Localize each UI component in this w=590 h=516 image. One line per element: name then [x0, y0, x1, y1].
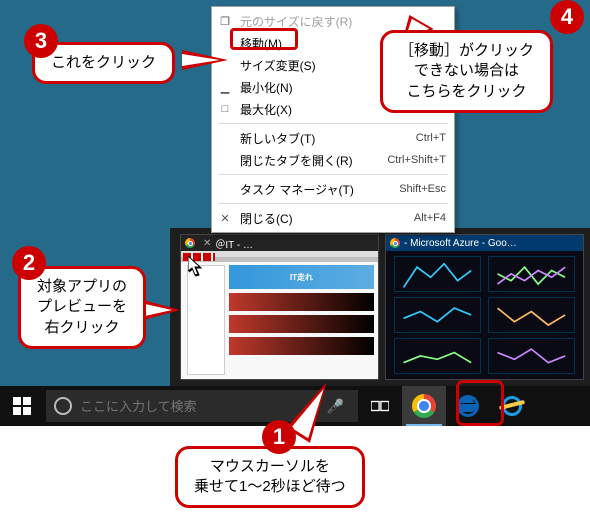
edge-icon	[457, 395, 479, 417]
menu-reopen-tab-key: Ctrl+Shift+T	[387, 154, 446, 166]
menu-separator	[218, 203, 448, 204]
start-button[interactable]	[0, 386, 44, 426]
callout-step-1: マウスカーソルを 乗せて1～2秒ほど待つ	[175, 446, 365, 509]
thumb-body: IT走れ	[181, 251, 378, 379]
menu-close[interactable]: ✕ 閉じる(C) Alt+F4	[212, 207, 454, 229]
taskbar-preview-thumbnails: ✕ ＠IT - … IT走れ - Microsoft Azure - Goo…	[170, 228, 590, 386]
menu-task-manager-key: Shift+Esc	[399, 183, 446, 195]
thumb-titlebar: ✕ ＠IT - …	[181, 235, 378, 251]
callout-step-2: 対象アプリの プレビューを 右クリック	[18, 266, 146, 349]
search-input[interactable]	[80, 399, 313, 414]
mouse-cursor-icon	[188, 256, 202, 276]
thumb-title: - Microsoft Azure - Goo…	[404, 238, 517, 249]
task-view-button[interactable]	[358, 386, 402, 426]
menu-separator	[218, 174, 448, 175]
callout-step-4: ［移動］がクリック できない場合は こちらをクリック	[380, 30, 553, 113]
thumb-titlebar: - Microsoft Azure - Goo…	[386, 235, 583, 251]
step-badge-1: 1	[262, 420, 296, 454]
taskbar-app-edge[interactable]	[446, 386, 490, 426]
cortana-icon	[54, 397, 72, 415]
step-badge-2: 2	[12, 246, 46, 280]
callout-text: ［移動］がクリック できない場合は こちらをクリック	[399, 42, 534, 100]
ie-icon	[501, 395, 523, 417]
restore-icon: ❐	[216, 15, 234, 28]
maximize-icon: □	[216, 103, 234, 115]
menu-task-manager-label: タスク マネージャ(T)	[240, 181, 393, 198]
callout-text: これをクリック	[51, 54, 156, 71]
menu-new-tab-key: Ctrl+T	[416, 132, 446, 144]
menu-separator	[218, 123, 448, 124]
callout-text: 対象アプリの プレビューを 右クリック	[37, 278, 127, 336]
menu-task-manager[interactable]: タスク マネージャ(T) Shift+Esc	[212, 178, 454, 200]
thumb-close-icon[interactable]: ✕	[203, 238, 211, 249]
menu-new-tab-label: 新しいタブ(T)	[240, 130, 410, 147]
menu-new-tab[interactable]: 新しいタブ(T) Ctrl+T	[212, 127, 454, 149]
minimize-icon: ▁	[216, 81, 234, 94]
taskbar-app-ie[interactable]	[490, 386, 534, 426]
taskbar-app-chrome[interactable]	[402, 386, 446, 426]
chrome-icon	[390, 238, 400, 248]
step-badge-3: 3	[24, 24, 58, 58]
ad-banner: IT走れ	[229, 265, 374, 289]
menu-close-key: Alt+F4	[414, 212, 446, 224]
step-badge-4: 4	[550, 0, 584, 34]
thumb-title: ＠IT - …	[215, 236, 253, 251]
chrome-icon	[412, 394, 436, 418]
thumb-body	[386, 251, 583, 379]
preview-thumb-1[interactable]: ✕ ＠IT - … IT走れ	[180, 234, 379, 380]
callout-tail	[182, 50, 228, 70]
preview-thumb-2[interactable]: - Microsoft Azure - Goo…	[385, 234, 584, 380]
close-icon: ✕	[216, 212, 234, 225]
menu-reopen-tab-label: 閉じたタブを開く(R)	[240, 152, 381, 169]
callout-text: マウスカーソルを 乗せて1～2秒ほど待つ	[194, 458, 346, 495]
chrome-icon	[185, 238, 195, 248]
menu-reopen-tab[interactable]: 閉じたタブを開く(R) Ctrl+Shift+T	[212, 149, 454, 171]
menu-close-label: 閉じる(C)	[240, 210, 408, 227]
